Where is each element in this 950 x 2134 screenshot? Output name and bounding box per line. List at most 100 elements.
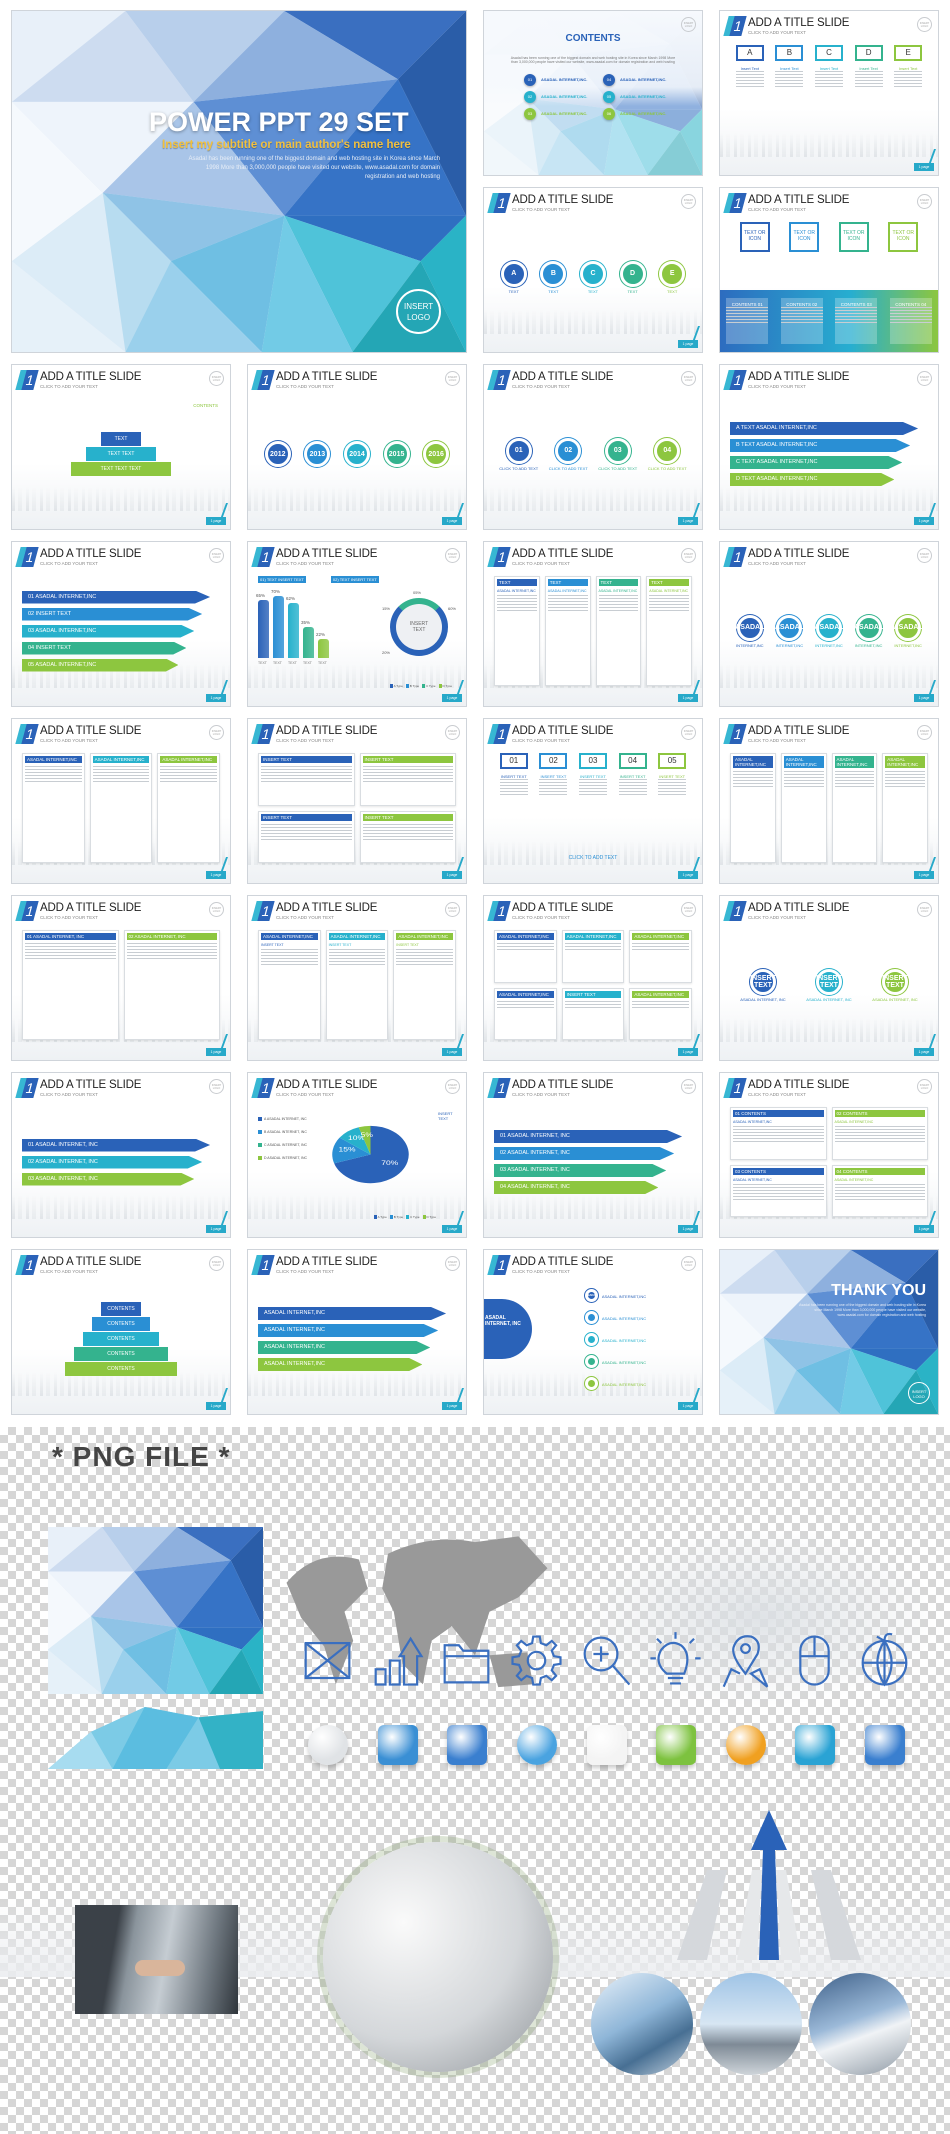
list-bar[interactable]: 03 ASADAL INTERNET, INC (494, 1164, 667, 1177)
circle-item[interactable]: A TEXT (500, 260, 527, 294)
content-slide-20[interactable]: 1 ADD A TITLE SLIDE CLICK TO ADD YOUR TEXT… (11, 1072, 231, 1238)
insert-logo[interactable]: INSERT LOGO (445, 725, 460, 740)
info-card[interactable]: INSERT TEXT (561, 987, 625, 1040)
content-slide-8[interactable]: 1 ADD A TITLE SLIDE CLICK TO ADD YOUR TEXT… (11, 541, 231, 707)
circle-item[interactable]: 04 CLICK TO ADD TEXT (648, 437, 687, 471)
list-bar[interactable]: A TEXT ASADAL INTERNET,INC (730, 422, 919, 435)
content-slide-13[interactable]: 1 ADD A TITLE SLIDE CLICK TO ADD YOUR TEXT… (247, 718, 467, 884)
insert-logo[interactable]: INSERT LOGO (209, 548, 224, 563)
insert-logo[interactable]: INSERT LOGO (917, 1079, 932, 1094)
insert-logo[interactable]: INSERT LOGO (445, 902, 460, 917)
info-card[interactable]: ASADAL INTERNET,INC (780, 753, 827, 863)
content-slide-16[interactable]: 1 ADD A TITLE SLIDE CLICK TO ADD YOUR TEXT… (11, 895, 231, 1061)
content-slide-17[interactable]: 1 ADD A TITLE SLIDE CLICK TO ADD YOUR TEXT… (247, 895, 467, 1061)
circle-item[interactable]: ASADAL INTERNET,INC (735, 614, 764, 648)
info-card[interactable]: 01 CONTENTS ASADAL INTERNET,INC (730, 1107, 827, 1160)
insert-logo[interactable]: INSERT LOGO (681, 902, 696, 917)
content-slide-2[interactable]: 1 ADD A TITLE SLIDE CLICK TO ADD YOUR TEXT… (483, 187, 703, 353)
box-item[interactable]: E Insert Text (894, 45, 923, 89)
circle-item[interactable]: D TEXT (619, 260, 646, 294)
insert-logo[interactable]: INSERT LOGO (681, 371, 696, 386)
list-bar[interactable]: 04 INSERT TEXT (22, 641, 187, 655)
circle-item[interactable]: INSERT TEXT ASADAL INTERNET, INC (740, 968, 786, 1002)
insert-logo[interactable]: INSERT LOGO (917, 902, 932, 917)
insert-logo[interactable]: INSERT LOGO (209, 1256, 224, 1271)
list-bar[interactable]: 01 ASADAL INTERNET, INC (22, 1138, 211, 1152)
content-slide-24[interactable]: 1 ADD A TITLE SLIDE CLICK TO ADD YOUR TEXT… (11, 1249, 231, 1415)
content-slide-11[interactable]: 1 ADD A TITLE SLIDE CLICK TO ADD YOUR TEXT… (719, 541, 939, 707)
circle-item[interactable]: 01 CLICK TO ADD TEXT (499, 437, 538, 471)
bar[interactable]: 62% TEXT (286, 596, 299, 665)
content-slide-21[interactable]: 1 ADD A TITLE SLIDE CLICK TO ADD YOUR TEXT… (247, 1072, 467, 1238)
info-card[interactable]: ASADAL INTERNET,INC INSERT TEXT (325, 930, 389, 1040)
list-bar[interactable]: 01 ASADAL INTERNET, INC (494, 1130, 683, 1143)
circle-item[interactable]: ASADAL ASADAL INTERNET,INC (584, 1288, 646, 1302)
pyramid-level[interactable]: CONTENTS (92, 1317, 150, 1331)
pyramid-level[interactable]: CONTENTS (65, 1362, 177, 1376)
insert-logo[interactable]: INSERT LOGO (681, 1079, 696, 1094)
pyramid-level[interactable]: TEXT TEXT TEXT (71, 462, 171, 476)
band-card[interactable]: CONTENTS 01 (726, 298, 769, 344)
insert-logo[interactable]: INSERT LOGO (917, 371, 932, 386)
insert-logo[interactable]: INSERT LOGO (917, 194, 932, 209)
circle-item[interactable]: ASADAL INTERNET,INC (894, 614, 923, 648)
info-card[interactable]: ASADAL INTERNET,INC (629, 987, 692, 1040)
content-slide-9[interactable]: 1 ADD A TITLE SLIDE CLICK TO ADD YOUR TEXT… (247, 541, 467, 707)
insert-logo-circle[interactable]: INSERT LOGO (396, 289, 441, 334)
bar[interactable]: 35% TEXT (301, 620, 314, 665)
info-card[interactable]: 02 ASADAL INTERNET, INC (123, 930, 220, 1040)
info-card[interactable]: ASADAL INTERNET,INC (22, 753, 85, 863)
content-slide-23[interactable]: 1 ADD A TITLE SLIDE CLICK TO ADD YOUR TEXT… (719, 1072, 939, 1238)
insert-logo[interactable]: INSERT LOGO (917, 548, 932, 563)
circle-item[interactable]: ASADAL INTERNET,INC (854, 614, 883, 648)
info-card[interactable]: TEXT ASADAL INTERNET,INC (595, 576, 642, 686)
info-card[interactable]: TEXT ASADAL INTERNET,INC (646, 576, 692, 686)
pyramid-level[interactable]: TEXT (101, 432, 141, 446)
list-bar[interactable]: ASADAL INTERNET,INC (258, 1307, 447, 1320)
info-card[interactable]: ASADAL INTERNET,INC INSERT TEXT (258, 930, 321, 1040)
insert-logo[interactable]: INSERT LOGO (917, 725, 932, 740)
insert-logo[interactable]: INSERT LOGO (209, 1079, 224, 1094)
circle-item[interactable]: ASADAL INTERNET,INC (814, 614, 844, 648)
circle-item[interactable]: INSERT TEXT ASADAL INTERNET, INC (872, 968, 918, 1002)
band-card[interactable]: CONTENTS 03 (835, 298, 878, 344)
list-bar[interactable]: 03 ASADAL INTERNET, INC (22, 1172, 195, 1186)
info-card[interactable]: INSERT TEXT (258, 753, 355, 806)
circle-item[interactable]: ASADAL INTERNET,INC (584, 1310, 646, 1324)
box-item[interactable]: 02 INSERT TEXT (539, 753, 568, 797)
pyramid-level[interactable]: CONTENTS (74, 1347, 168, 1361)
info-card[interactable]: ASADAL INTERNET,INC INSERT TEXT (393, 930, 456, 1040)
info-card[interactable]: ASADAL INTERNET,INC (157, 753, 220, 863)
info-card[interactable]: 01 ASADAL INTERNET, INC (22, 930, 119, 1040)
list-bar[interactable]: ASADAL INTERNET,INC (258, 1324, 439, 1337)
content-slide-26[interactable]: 1 ADD A TITLE SLIDE CLICK TO ADD YOUR TEXT… (483, 1249, 703, 1415)
thank-you-slide[interactable]: THANK YOU Asadal has been running one of … (719, 1249, 939, 1415)
info-card[interactable]: ASADAL INTERNET,INC (730, 753, 776, 863)
content-slide-10[interactable]: 1 ADD A TITLE SLIDE CLICK TO ADD YOUR TEXT… (483, 541, 703, 707)
box-item[interactable]: A Insert Text (735, 45, 764, 89)
contents-item[interactable]: 03 ASADAL INTERNET,INC. (524, 105, 595, 122)
box-item[interactable]: B Insert Text (775, 45, 804, 89)
contents-item[interactable]: 05 ASADAL INTERNET,INC. (603, 88, 674, 105)
pyramid-level[interactable]: CONTENTS (83, 1332, 159, 1346)
content-slide-22[interactable]: 1 ADD A TITLE SLIDE CLICK TO ADD YOUR TEXT… (483, 1072, 703, 1238)
cover-slide[interactable]: POWER PPT 29 SET Insert my subtitle or m… (11, 10, 467, 353)
circle-item[interactable]: 02 CLICK TO ADD TEXT (549, 437, 588, 471)
info-card[interactable]: ASADAL INTERNET,INC (629, 930, 692, 983)
insert-logo[interactable]: INSERT LOGO (209, 725, 224, 740)
text-or-icon-box[interactable]: TEXT OR ICON (838, 222, 869, 252)
info-card[interactable]: ASADAL INTERNET,INC (561, 930, 625, 983)
circle-item[interactable]: 03 CLICK TO ADD TEXT (598, 437, 637, 471)
insert-logo[interactable]: INSERT LOGO (445, 371, 460, 386)
info-card[interactable]: 02 CONTENTS ASADAL INTERNET,INC (831, 1107, 928, 1160)
text-or-icon-box[interactable]: TEXT OR ICON (739, 222, 770, 252)
band-card[interactable]: CONTENTS 02 (780, 298, 823, 344)
circle-item[interactable]: 2014 (343, 441, 370, 467)
info-card[interactable]: 03 CONTENTS ASADAL INTERNET,INC (730, 1164, 827, 1217)
box-item[interactable]: 05 INSERT TEXT (658, 753, 687, 797)
list-bar[interactable]: ASADAL INTERNET,INC (258, 1341, 431, 1354)
info-card[interactable]: ASADAL INTERNET,INC (831, 753, 878, 863)
insert-logo[interactable]: INSERT LOGO (445, 1256, 460, 1271)
circle-item[interactable]: ASADAL INTERNET,INC (584, 1332, 646, 1346)
list-bar[interactable]: B TEXT ASADAL INTERNET,INC (730, 439, 911, 452)
